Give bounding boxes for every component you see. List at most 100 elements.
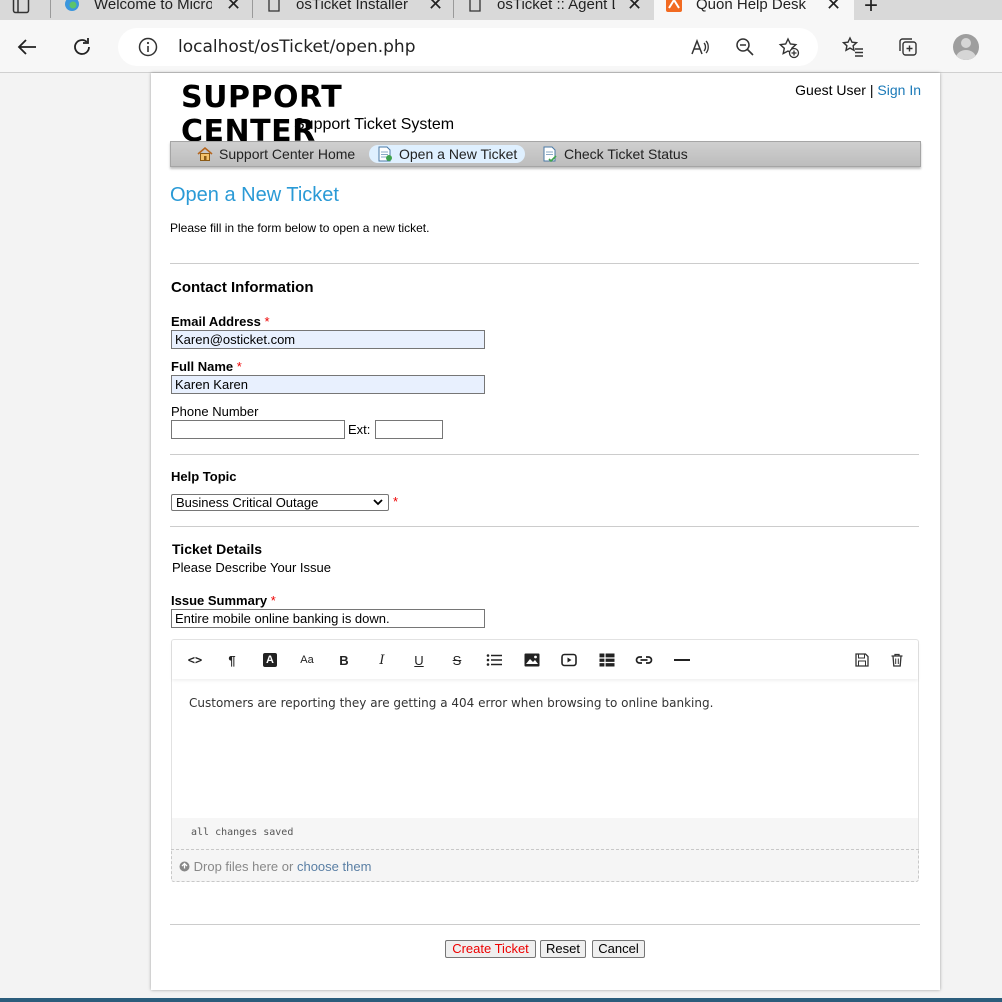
divider [170,454,919,455]
drop-files-label: Drop files here or [193,859,294,874]
required-marker: * [393,494,399,509]
site-logo[interactable]: SUPPORT CENTER Support Ticket System [181,81,471,149]
underline-icon[interactable]: U [410,651,428,669]
close-tab-icon[interactable]: ✕ [826,0,841,15]
list-icon[interactable] [485,651,503,669]
tab-separator [50,0,51,18]
issue-summary-label: Issue Summary * [171,593,276,608]
required-marker: * [264,314,270,329]
html-icon[interactable]: <> [186,651,204,669]
add-favorite-icon[interactable] [778,37,800,62]
create-ticket-button[interactable]: Create Ticket [445,940,536,958]
url-box[interactable]: localhost/osTicket/open.php [118,28,818,66]
message-body[interactable]: Customers are reporting they are getting… [189,696,713,710]
url-text[interactable]: localhost/osTicket/open.php [178,37,416,57]
video-icon[interactable] [560,651,578,669]
refresh-button[interactable] [69,34,95,60]
delete-draft-icon[interactable] [888,651,906,669]
issue-summary-label-text: Issue Summary [171,593,268,608]
issue-summary-field[interactable] [171,609,485,628]
refresh-icon [74,38,90,55]
paragraph-icon[interactable]: ¶ [223,651,241,669]
ticket-status-icon [543,146,557,162]
page-icon [469,0,481,12]
file-dropzone[interactable]: Drop files here or choose them [171,849,919,882]
cancel-button[interactable]: Cancel [592,940,645,958]
table-icon[interactable] [598,651,616,669]
strikethrough-icon[interactable]: S [448,651,466,669]
save-draft-icon[interactable] [853,651,871,669]
back-arrow-icon [17,39,36,55]
close-tab-icon[interactable]: ✕ [226,0,241,15]
contact-section-heading: Contact Information [171,279,314,296]
ext-field[interactable] [375,420,443,439]
close-tab-icon[interactable]: ✕ [627,0,642,15]
site-info-icon[interactable] [138,37,158,60]
horizontal-rule-icon[interactable] [673,651,691,669]
text-color-icon[interactable]: A [261,651,279,669]
divider [170,263,919,264]
nav-item-home[interactable]: Support Center Home [197,145,355,163]
choose-files-link[interactable]: choose them [297,859,371,874]
italic-icon[interactable]: I [373,651,391,669]
image-icon[interactable] [523,651,541,669]
required-marker: * [270,593,276,608]
page-icon [268,0,280,12]
tab-title: osTicket Installer [296,0,408,13]
ticket-details-heading: Ticket Details [172,541,263,557]
nav-item-check-status[interactable]: Check Ticket Status [542,145,688,163]
browser-tab[interactable]: osTicket :: Agent L ✕ [467,0,653,20]
font-size-icon[interactable]: Aa [298,651,316,669]
new-tab-icon[interactable]: + [864,0,878,20]
page-title: Open a New Ticket [170,184,339,206]
ticket-details-subheading: Please Describe Your Issue [172,560,331,575]
close-tab-icon[interactable]: ✕ [428,0,443,15]
help-topic-select[interactable]: Business Critical Outage [171,494,389,511]
tab-separator [252,0,253,18]
message-editor: <> ¶ A Aa B I U S Customers are reportin… [171,639,919,882]
ext-label: Ext: [348,422,371,437]
reset-button[interactable]: Reset [540,940,586,958]
link-icon[interactable] [635,651,653,669]
full-name-label-text: Full Name [171,359,234,374]
tab-separator [453,0,454,18]
collections-icon[interactable] [895,34,921,60]
phone-field[interactable] [171,420,345,439]
tab-actions-icon[interactable] [12,0,30,17]
draft-status: all changes saved [191,827,294,838]
nav-item-label: Open a New Ticket [399,146,518,162]
editor-toolbar: <> ¶ A Aa B I U S [172,640,918,679]
address-bar: localhost/osTicket/open.php [0,20,1002,73]
user-bar: Guest User | Sign In [795,82,921,98]
text-color-glyph: A [263,653,277,667]
browser-tab-active[interactable]: Quon Help Desk ✕ [654,0,854,20]
back-button[interactable] [14,34,40,60]
logo-subtitle: Support Ticket System [294,116,455,133]
browser-tab[interactable]: Welcome to Micro ✕ [64,0,250,20]
main-nav: Support Center Home Open a New Ticket Ch… [170,141,921,167]
read-aloud-icon[interactable] [690,37,710,60]
favorites-icon[interactable] [840,34,866,60]
help-topic-selected: Business Critical Outage [176,495,319,510]
upload-icon [179,861,190,872]
zoom-out-icon[interactable] [735,37,755,60]
nav-item-label: Support Center Home [219,146,356,162]
nav-item-new-ticket[interactable]: Open a New Ticket [369,145,526,163]
new-ticket-icon [378,146,392,162]
phone-label: Phone Number [171,404,259,419]
nav-item-label: Check Ticket Status [564,146,688,162]
profile-avatar[interactable] [953,34,979,60]
sign-in-link[interactable]: Sign In [877,82,921,98]
email-label-text: Email Address [171,314,261,329]
tab-title: Welcome to Micro [94,0,212,13]
full-name-field[interactable] [171,375,485,394]
logo-title: SUPPORT CENTER [181,80,343,149]
email-field[interactable] [171,330,485,349]
help-topic-label: Help Topic [171,469,237,484]
quon-logo-icon [666,0,682,12]
bold-icon[interactable]: B [335,651,353,669]
browser-tab-strip: Welcome to Micro ✕ osTicket Installer ✕ … [0,0,1002,20]
page-intro: Please fill in the form below to open a … [170,221,430,235]
page-bottom-bar [0,998,1002,1002]
browser-tab[interactable]: osTicket Installer ✕ [266,0,452,20]
